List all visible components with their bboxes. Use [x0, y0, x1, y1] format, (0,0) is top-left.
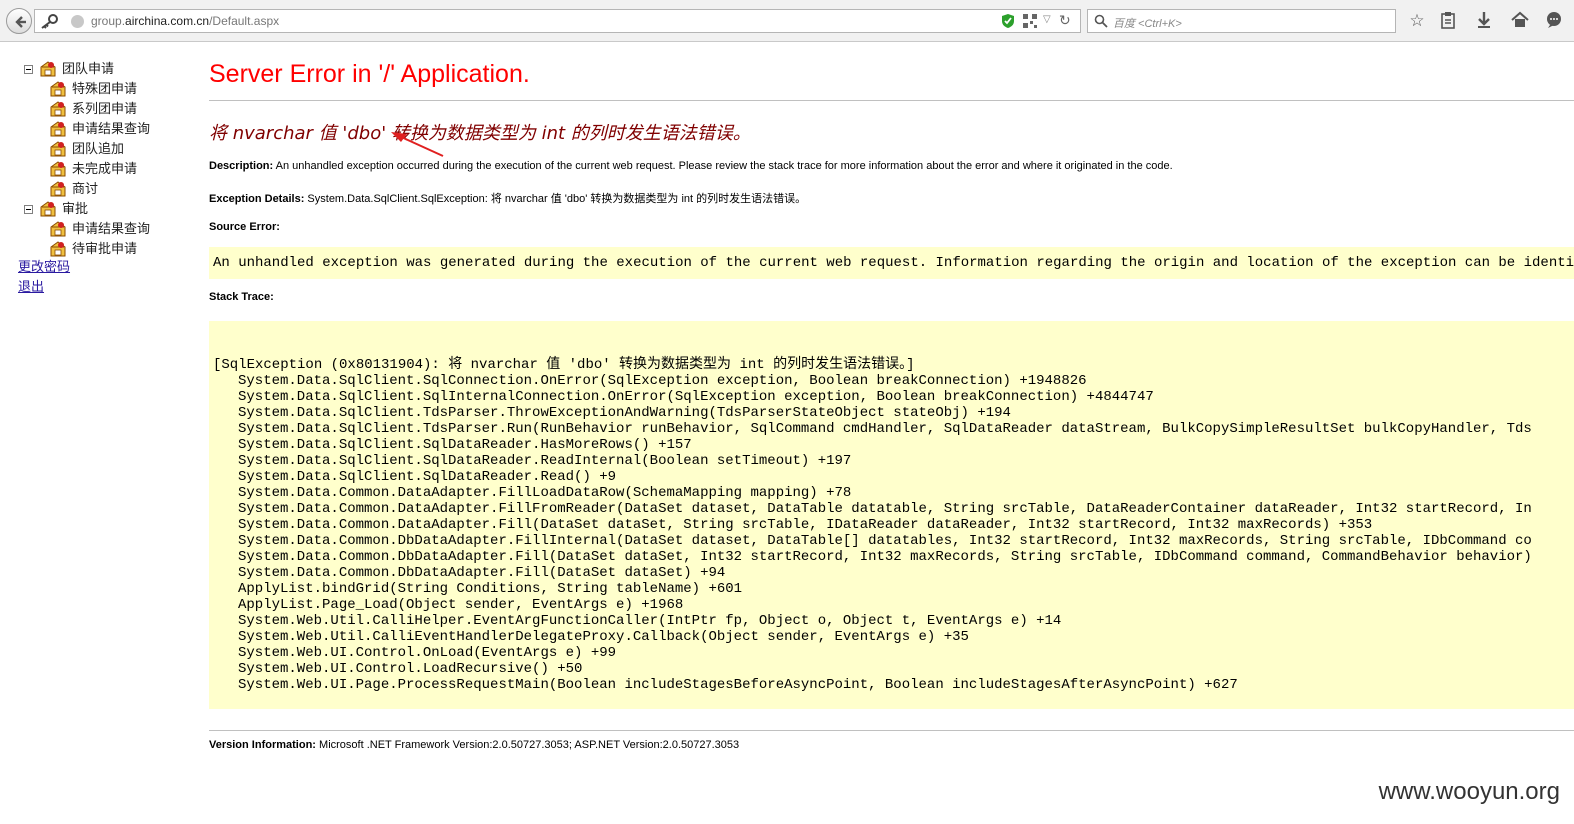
folder-icon — [49, 181, 67, 198]
folder-icon — [49, 241, 67, 258]
globe-icon — [71, 15, 84, 28]
change-password-link[interactable]: 更改密码 — [18, 259, 70, 277]
annotation-arrow-icon — [391, 132, 444, 157]
stack-trace-line: System.Data.SqlClient.SqlDataReader.HasM… — [238, 437, 692, 453]
source-error-text: An unhandled exception was generated dur… — [213, 255, 1574, 271]
exception-text: System.Data.SqlClient.SqlException: 将 nv… — [307, 193, 807, 205]
stack-trace-header: [SqlException (0x80131904): 将 nvarchar 值… — [213, 357, 915, 373]
stack-trace-line: ApplyList.Page_Load(Object sender, Event… — [238, 597, 684, 613]
folder-icon — [49, 141, 67, 158]
nav-item-label: 待审批申请 — [72, 242, 138, 257]
back-arrow-icon — [15, 16, 26, 28]
stack-trace-line: System.Data.Common.DbDataAdapter.FillInt… — [238, 533, 1532, 549]
nav-item-label: 未完成申请 — [72, 162, 138, 177]
stack-trace-row: Stack Trace: — [209, 291, 274, 303]
stack-trace-line: System.Data.Common.DataAdapter.FillFromR… — [238, 501, 1532, 517]
divider — [209, 100, 1574, 101]
stack-trace-line: System.Web.UI.Control.OnLoad(EventArgs e… — [238, 645, 617, 661]
folder-icon — [39, 61, 57, 78]
watermark: www.wooyun.org — [1378, 778, 1560, 805]
exception-label: Exception Details: — [209, 193, 305, 205]
description-text: An unhandled exception occurred during t… — [275, 160, 1173, 172]
stack-trace-line: System.Web.Util.CalliEventHandlerDelegat… — [238, 629, 969, 645]
logout-link[interactable]: 退出 — [18, 279, 44, 297]
stack-trace-line: System.Web.UI.Control.LoadRecursive() +5… — [238, 661, 583, 677]
source-error-row: Source Error: — [209, 221, 280, 233]
version-row: Version Information: Microsoft .NET Fram… — [209, 739, 739, 751]
stack-trace-label: Stack Trace: — [209, 291, 274, 303]
nav-item-label: 系列团申请 — [72, 102, 138, 117]
folder-icon — [49, 121, 67, 138]
nav-group-label: 审批 — [62, 202, 89, 217]
stack-trace-line: System.Data.SqlClient.SqlDataReader.Read… — [238, 453, 852, 469]
folder-icon — [49, 221, 67, 238]
divider — [209, 730, 1574, 731]
stack-trace-lines: System.Data.SqlClient.SqlConnection.OnEr… — [238, 373, 1532, 693]
stack-trace-line: System.Web.Util.CalliHelper.EventArgFunc… — [238, 613, 1062, 629]
nav-item-label: 申请结果查询 — [72, 222, 151, 237]
stack-trace-line: System.Data.SqlClient.TdsParser.ThrowExc… — [238, 405, 1011, 421]
stack-trace-line: System.Data.SqlClient.TdsParser.Run(RunB… — [238, 421, 1532, 437]
exception-row: Exception Details: System.Data.SqlClient… — [209, 190, 806, 206]
back-button[interactable] — [6, 8, 32, 34]
stack-trace-line: System.Data.Common.DataAdapter.Fill(Data… — [238, 517, 1373, 533]
folder-icon — [49, 81, 67, 98]
nav-item-label: 特殊团申请 — [72, 82, 138, 97]
error-message: 将 nvarchar 值 'dbo' 转换为数据类型为 int 的列时发生语法错… — [209, 123, 751, 144]
stack-trace-line: ApplyList.bindGrid(String Conditions, St… — [238, 581, 743, 597]
description-label: Description: — [209, 160, 274, 172]
version-text: Microsoft .NET Framework Version:2.0.507… — [319, 739, 740, 751]
nav-item-label: 申请结果查询 — [72, 122, 151, 137]
stack-trace-line: System.Data.Common.DbDataAdapter.Fill(Da… — [238, 549, 1532, 565]
description-row: Description: An unhandled exception occu… — [209, 160, 1173, 172]
folder-icon — [39, 201, 57, 218]
nav-item-label: 商讨 — [72, 182, 99, 197]
stack-trace-line: System.Data.SqlClient.SqlInternalConnect… — [238, 389, 1154, 405]
source-error-label: Source Error: — [209, 221, 280, 233]
collapse-toggle-icon[interactable] — [24, 205, 33, 214]
stack-trace-line: System.Data.Common.DbDataAdapter.Fill(Da… — [238, 565, 726, 581]
folder-icon — [49, 101, 67, 118]
collapse-toggle-icon[interactable] — [24, 65, 33, 74]
nav-item-label: 团队追加 — [72, 142, 125, 157]
page-title: Server Error in '/' Application. — [209, 60, 530, 88]
nav-group-label: 团队申请 — [62, 62, 115, 77]
folder-icon — [49, 161, 67, 178]
stack-trace-line: System.Web.UI.Page.ProcessRequestMain(Bo… — [238, 677, 1238, 693]
stack-trace-box: [SqlException (0x80131904): 将 nvarchar 值… — [209, 321, 1574, 709]
stack-trace-line: System.Data.SqlClient.SqlDataReader.Read… — [238, 469, 617, 485]
error-page: Server Error in '/' Application. 将 nvarc… — [209, 0, 1574, 824]
stack-trace-line: System.Data.SqlClient.SqlConnection.OnEr… — [238, 373, 1087, 389]
source-error-box: An unhandled exception was generated dur… — [209, 247, 1574, 279]
stack-trace-line: System.Data.Common.DataAdapter.FillLoadD… — [238, 485, 852, 501]
version-label: Version Information: — [209, 739, 316, 751]
key-icon — [41, 14, 58, 29]
